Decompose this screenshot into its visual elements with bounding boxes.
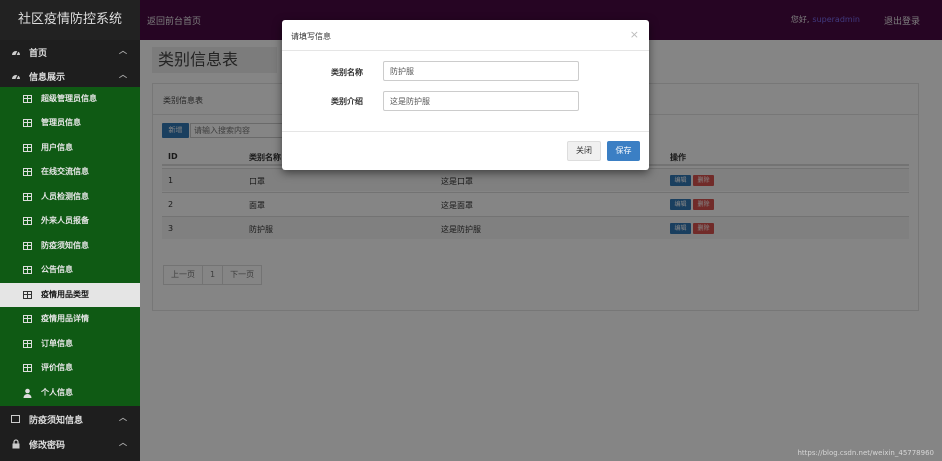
sidebar-item-label: 首页 [29,49,48,59]
sidebar-item-reviews[interactable]: 评价信息 [0,356,140,380]
sidebar-item-personal-info[interactable]: 个人信息 [0,381,140,405]
sidebar-item-home[interactable]: 首页 ︿ [0,40,140,64]
table-icon [23,95,32,103]
sidebar-item-label: 疫情用品详情 [41,314,89,323]
sidebar-item-users[interactable]: 用户信息 [0,136,140,160]
category-name-input[interactable] [383,61,579,81]
chevron-up-icon: ︿ [119,46,127,55]
sidebar-item-orders[interactable]: 订单信息 [0,332,140,356]
sidebar-item-testing[interactable]: 人员检测信息 [0,185,140,209]
sidebar-item-label: 疫情用品类型 [41,290,89,299]
sidebar-item-label: 外来人员报备 [41,216,89,225]
sidebar-item-label: 信息展示 [29,73,66,83]
table-icon [23,144,32,152]
app-title: 社区疫情防控系统 [0,0,140,40]
sidebar-item-announcements[interactable]: 公告信息 [0,258,140,282]
modal-title: 请填写信息 [291,32,331,41]
save-button[interactable]: 保存 [607,141,640,161]
sidebar: 首页 ︿ 信息展示 ︿ 超级管理员信息 管理员信息 用户信息 在线交流信息 人员… [0,40,140,461]
sidebar-item-label: 公告信息 [41,265,73,274]
sidebar-item-admin[interactable]: 管理员信息 [0,111,140,135]
edit-category-modal: 请填写信息 × 类别名称 类别介绍 关闭 保存 [282,20,649,170]
close-button[interactable]: 关闭 [567,141,601,161]
category-desc-input[interactable] [383,91,579,111]
modal-divider [282,131,649,132]
table-icon [23,364,32,372]
sidebar-item-label: 修改密码 [29,441,66,451]
table-icon [23,340,32,348]
sidebar-item-label: 个人信息 [41,388,73,397]
sidebar-item-online-chat[interactable]: 在线交流信息 [0,160,140,184]
watermark: https://blog.csdn.net/weixin_45778960 [797,449,934,457]
sidebar-item-label: 在线交流信息 [41,167,89,176]
sidebar-item-label: 订单信息 [41,339,73,348]
chevron-up-icon: ︿ [119,70,127,79]
modal-divider [282,50,649,51]
dashboard-icon [12,74,20,80]
sidebar-item-supply-types[interactable]: 疫情用品类型 [0,283,140,307]
dashboard-icon [12,50,20,56]
sidebar-item-visitor-report[interactable]: 外来人员报备 [0,209,140,233]
sidebar-item-label: 评价信息 [41,363,73,372]
close-icon[interactable]: × [630,28,639,41]
table-icon [23,217,32,225]
sidebar-item-label: 人员检测信息 [41,192,89,201]
table-icon [23,266,32,274]
table-icon [23,193,32,201]
sidebar-item-label: 用户信息 [41,143,73,152]
info-display-submenu: 超级管理员信息 管理员信息 用户信息 在线交流信息 人员检测信息 外来人员报备 … [0,87,140,406]
sidebar-item-info-display[interactable]: 信息展示 ︿ [0,64,140,88]
sidebar-item-prevention-notice-group[interactable]: 防疫须知信息 ︿ [0,407,140,431]
table-icon [23,119,32,127]
sidebar-item-label: 防疫须知信息 [41,241,89,250]
sidebar-item-super-admin[interactable]: 超级管理员信息 [0,87,140,111]
sidebar-item-supply-details[interactable]: 疫情用品详情 [0,307,140,331]
category-desc-label: 类别介绍 [331,97,363,106]
table-icon [23,242,32,250]
sidebar-item-prevention-notice[interactable]: 防疫须知信息 [0,234,140,258]
sidebar-item-label: 管理员信息 [41,118,81,127]
lock-icon [12,439,20,449]
table-icon [23,291,32,299]
chevron-up-icon: ︿ [119,413,127,422]
user-icon [23,388,32,398]
sidebar-item-label: 防疫须知信息 [29,416,84,426]
category-name-label: 类别名称 [331,68,363,77]
table-icon [23,168,32,176]
chevron-up-icon: ︿ [119,438,127,447]
table-icon [11,415,20,423]
sidebar-item-change-password[interactable]: 修改密码 ︿ [0,432,140,456]
sidebar-item-label: 超级管理员信息 [41,94,97,103]
table-icon [23,315,32,323]
